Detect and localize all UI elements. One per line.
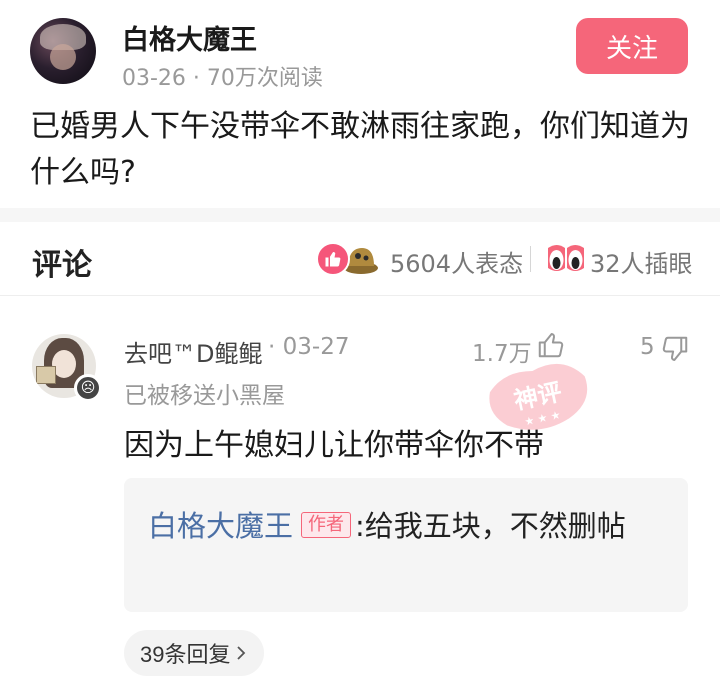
thumbs-up-reaction-icon (316, 242, 350, 276)
reply-content: 白格大魔王 作者:给我五块，不然删帖 (148, 502, 668, 550)
separator (530, 246, 531, 272)
author-reply[interactable]: 白格大魔王 作者:给我五块，不然删帖 (124, 478, 688, 612)
post-header: 白格大魔王 03-26 · 70万次阅读 关注 (0, 0, 720, 100)
author-name[interactable]: 白格大魔王 (122, 18, 257, 57)
follow-button[interactable]: 关注 (576, 18, 688, 74)
comment-item: ☹ 去吧™D鲲鲲 · 03-27 1.7万 5 已被移送小黑屋 神评 ★ ★ ★… (0, 296, 720, 694)
reply-text: :给我五块，不然删帖 (355, 509, 626, 543)
moved-to-blacklist-note: 已被移送小黑屋 (124, 383, 285, 409)
post-text: 已婚男人下午没带伞不敢淋雨往家跑，你们知道为什么吗? (30, 109, 690, 190)
comment-date: · 03-27 (268, 334, 350, 360)
reaction-icons[interactable] (316, 240, 386, 278)
comments-title: 评论 (32, 248, 92, 283)
avatar-face (50, 44, 76, 70)
avatar-sign (36, 366, 56, 384)
commenter-name[interactable]: 去吧™D鲲鲲 (124, 334, 262, 369)
blacklist-badge-icon: ☹ (74, 374, 102, 402)
post-meta: 03-26 · 70万次阅读 (122, 66, 323, 91)
comment-text: 因为上午媳妇儿让你带伞你不带 (124, 428, 544, 463)
section-divider (0, 208, 720, 222)
eyes-count[interactable]: 32人插眼 (590, 244, 693, 279)
more-replies-button[interactable]: 39条回复 (124, 630, 265, 676)
dislike-count[interactable]: 5 (640, 334, 655, 360)
reply-author-name[interactable]: 白格大魔王 (148, 509, 293, 543)
reaction-count[interactable]: 5604人表态 (390, 244, 523, 279)
chevron-right-icon (237, 646, 246, 660)
eyes-icon[interactable] (546, 242, 586, 276)
thumbs-down-icon[interactable] (660, 334, 690, 364)
author-tag: 作者 (301, 512, 352, 538)
more-replies-label: 39条回复 (140, 642, 231, 667)
comments-bar: 评论 5604人表态 32人插眼 (0, 222, 720, 296)
author-avatar[interactable] (30, 18, 96, 84)
